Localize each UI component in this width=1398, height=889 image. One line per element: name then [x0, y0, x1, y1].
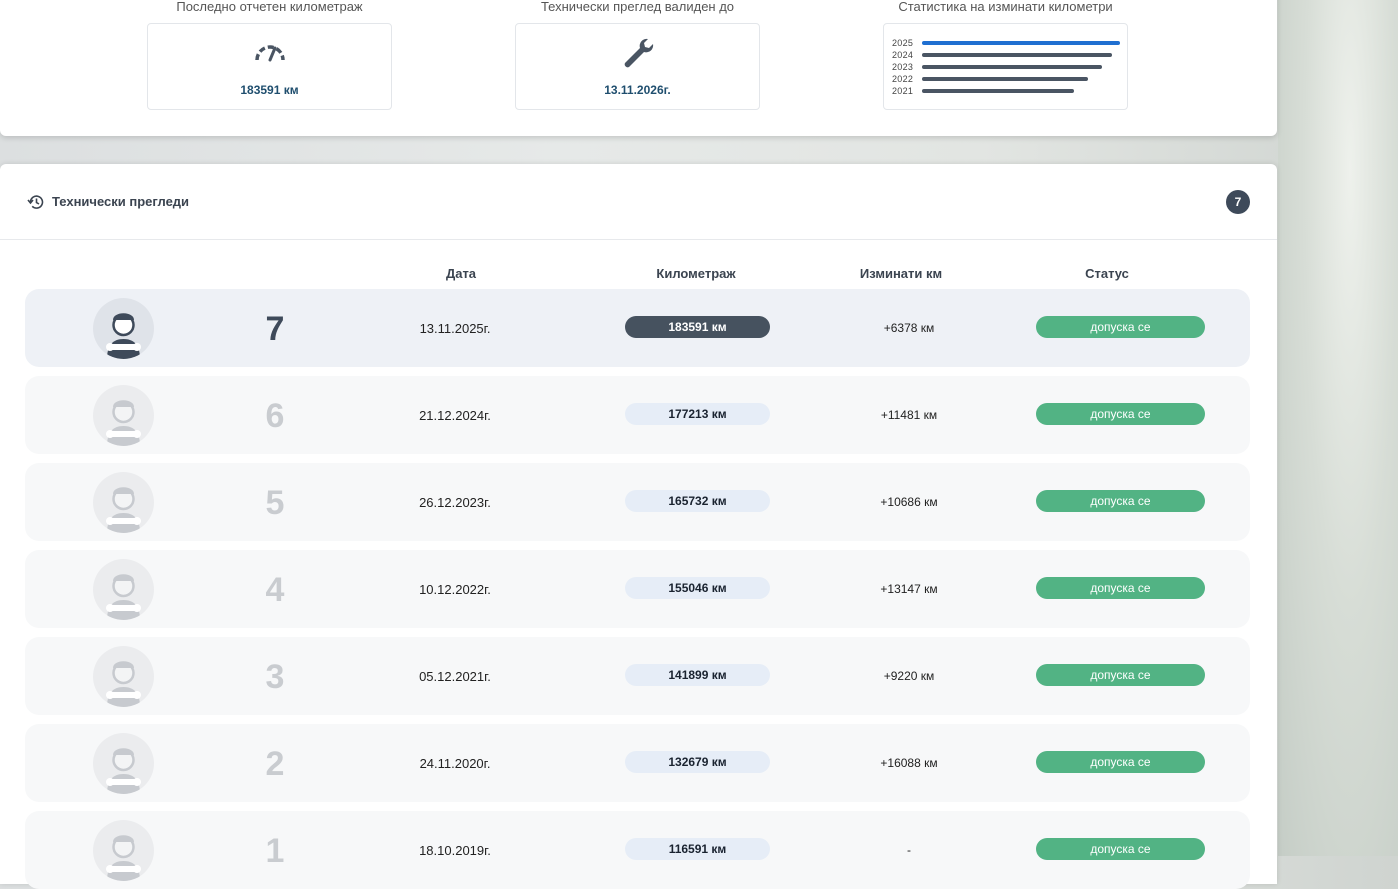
mechanic-avatar-icon — [93, 559, 154, 620]
inspection-date: 10.12.2022г. — [419, 582, 491, 597]
inspection-km: 165732 км — [625, 490, 770, 512]
inspection-number: 1 — [265, 832, 285, 870]
status-badge: допуска се — [1036, 490, 1205, 512]
inspection-number: 2 — [265, 745, 285, 783]
inspection-date: 21.12.2024г. — [419, 408, 491, 423]
mechanic-avatar-icon — [93, 385, 154, 446]
table-row[interactable]: 1 18.10.2019г. 116591 км - допуска се — [25, 811, 1250, 889]
table-row[interactable]: 5 26.12.2023г. 165732 км +10686 км допуска с… — [25, 463, 1250, 541]
status-badge: допуска се — [1036, 838, 1205, 860]
table-row[interactable]: 7 13.11.2025г. 183591 км +6378 км допуска се — [25, 289, 1250, 367]
summary-card: Последно отчетен километраж 183591 км Те… — [0, 0, 1277, 136]
wrench-icon — [516, 36, 759, 77]
mini-chart-bar — [922, 77, 1088, 81]
mini-chart-year: 2021 — [892, 86, 914, 96]
status-badge: допуска се — [1036, 577, 1205, 599]
inspection-diff: - — [907, 843, 911, 857]
inspection-date: 05.12.2021г. — [419, 669, 491, 684]
stats-box[interactable]: 2025 2024 2023 2022 2021 — [883, 23, 1128, 110]
table-row[interactable]: 3 05.12.2021г. 141899 км +9220 км допуска се — [25, 637, 1250, 715]
inspection-date: 24.11.2020г. — [419, 756, 491, 771]
inspection-number: 4 — [265, 571, 285, 609]
inspections-count-badge: 7 — [1226, 190, 1250, 214]
inspection-km: 155046 км — [625, 577, 770, 599]
column-status: Статус — [1085, 266, 1129, 281]
mileage-value: 183591 км — [240, 83, 299, 97]
inspection-date: 26.12.2023г. — [419, 495, 491, 510]
inspection-diff: +6378 км — [883, 321, 935, 335]
inspection-number: 3 — [265, 658, 285, 696]
inspection-diff: +13147 км — [880, 582, 938, 596]
mini-chart-bar — [922, 53, 1112, 57]
column-date: Дата — [445, 266, 477, 281]
inspection-km: 132679 км — [625, 751, 770, 773]
mechanic-avatar-icon — [93, 646, 154, 707]
mileage-mini-chart: 2025 2024 2023 2022 2021 — [892, 37, 1122, 97]
status-badge: допуска се — [1036, 316, 1205, 338]
table-row[interactable]: 2 24.11.2020г. 132679 км +16088 км допуска с… — [25, 724, 1250, 802]
mechanic-avatar-icon — [93, 820, 154, 881]
mini-chart-row: 2025 — [892, 37, 1122, 49]
inspections-card: Технически прегледи 7 Дата Километраж Из… — [0, 164, 1277, 889]
inspection-diff: +9220 км — [883, 669, 935, 683]
mini-chart-row: 2023 — [892, 61, 1122, 73]
inspection-km: 141899 км — [625, 664, 770, 686]
page-background — [1278, 0, 1398, 856]
inspection-diff: +10686 км — [880, 495, 938, 509]
mini-chart-row: 2024 — [892, 49, 1122, 61]
inspection-diff: +11481 км — [880, 408, 938, 422]
inspection-km: 183591 км — [625, 316, 770, 338]
inspection-number: 6 — [265, 397, 285, 435]
mechanic-avatar-icon — [93, 472, 154, 533]
inspection-diff: +16088 км — [880, 756, 938, 770]
inspection-km: 116591 км — [625, 838, 770, 860]
inspection-box: 13.11.2026г. — [515, 23, 760, 110]
inspection-value: 13.11.2026г. — [604, 83, 671, 97]
mini-chart-year: 2023 — [892, 62, 914, 72]
mini-chart-bar — [922, 41, 1120, 45]
column-diff: Изминати км — [859, 266, 943, 281]
mileage-label: Последно отчетен километраж — [176, 0, 363, 14]
inspection-date: 13.11.2025г. — [419, 321, 491, 336]
inspection-number: 5 — [265, 484, 285, 522]
inspections-title: Технически прегледи — [52, 194, 190, 209]
inspections-header: Технически прегледи 7 — [0, 164, 1277, 240]
stats-label: Статистика на изминати километри — [898, 0, 1113, 14]
status-badge: допуска се — [1036, 403, 1205, 425]
mechanic-avatar-icon — [93, 298, 154, 359]
status-badge: допуска се — [1036, 751, 1205, 773]
stats-stat: Статистика на изминати километри 2025 202… — [883, 0, 1128, 110]
mini-chart-year: 2024 — [892, 50, 914, 60]
inspection-label: Технически преглед валиден до — [540, 0, 735, 14]
mini-chart-row: 2021 — [892, 85, 1122, 97]
mini-chart-row: 2022 — [892, 73, 1122, 85]
mechanic-avatar-icon — [93, 733, 154, 794]
mini-chart-year: 2025 — [892, 38, 914, 48]
mileage-box: 183591 км — [147, 23, 392, 110]
status-badge: допуска се — [1036, 664, 1205, 686]
mini-chart-bar — [922, 65, 1102, 69]
column-km: Километраж — [656, 266, 736, 281]
table-row[interactable]: 6 21.12.2024г. 177213 км +11481 км допуска с… — [25, 376, 1250, 454]
mini-chart-bar — [922, 89, 1074, 93]
table-row[interactable]: 4 10.12.2022г. 155046 км +13147 км допуска с… — [25, 550, 1250, 628]
history-icon — [27, 193, 45, 216]
inspection-km: 177213 км — [625, 403, 770, 425]
mileage-stat: Последно отчетен километраж 183591 км — [147, 0, 392, 110]
mini-chart-year: 2022 — [892, 74, 914, 84]
speedometer-icon — [148, 38, 391, 69]
inspection-number: 7 — [265, 310, 285, 348]
inspection-stat: Технически преглед валиден до 13.11.2026… — [515, 0, 760, 110]
